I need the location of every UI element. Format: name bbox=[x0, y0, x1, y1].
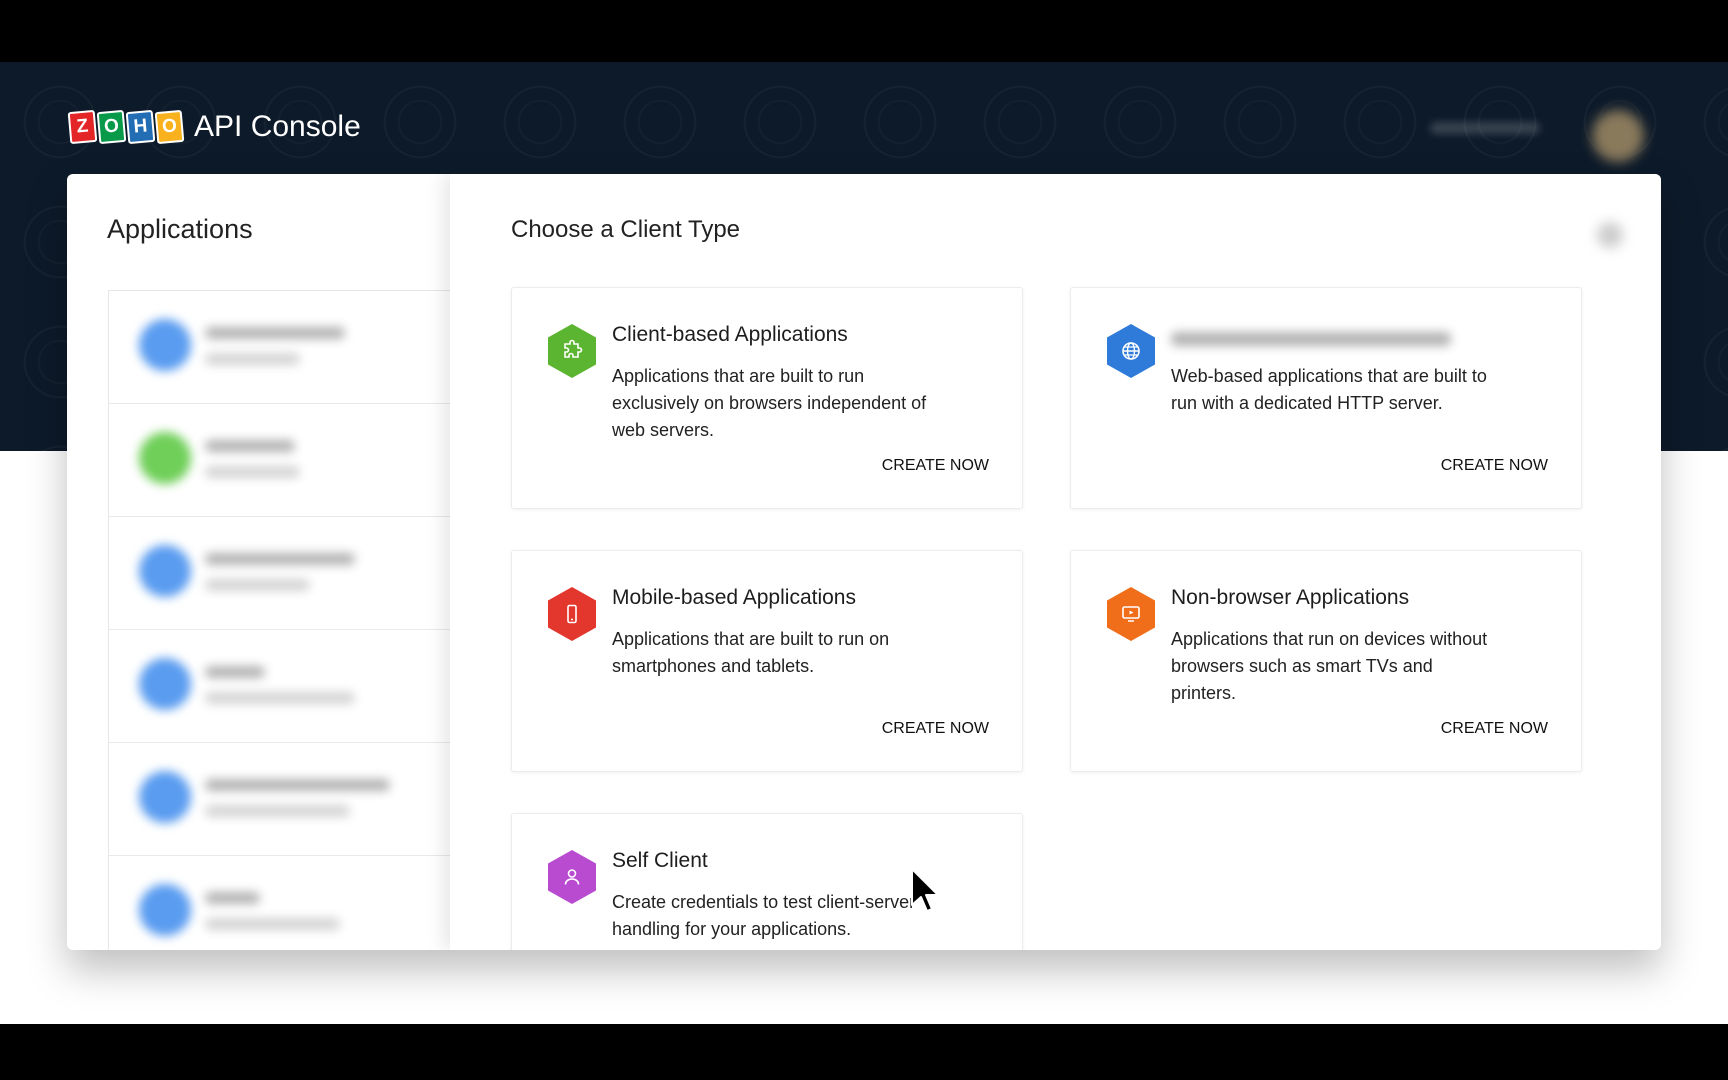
api-console-page: Z O H O API Console Applications Choose … bbox=[0, 62, 1728, 1024]
application-date bbox=[205, 805, 350, 817]
card-title: Mobile-based Applications bbox=[612, 586, 856, 609]
card-description: Web-based applications that are built to… bbox=[1171, 366, 1487, 413]
globe-icon bbox=[1107, 324, 1155, 378]
application-date bbox=[205, 918, 340, 930]
logo-letter: O bbox=[154, 109, 185, 145]
client-type-card-client-based[interactable]: Client-based Applications Applications t… bbox=[511, 287, 1023, 509]
main-panel: Applications Choose a Client Type Client… bbox=[67, 174, 1661, 950]
card-title-obscured bbox=[1171, 332, 1451, 346]
smartphone-icon bbox=[548, 587, 596, 641]
card-description: Applications that are built to run exclu… bbox=[612, 366, 927, 440]
card-title: Non-browser Applications bbox=[1171, 586, 1410, 609]
application-name bbox=[205, 892, 260, 904]
application-name bbox=[205, 440, 295, 452]
application-item[interactable] bbox=[109, 291, 451, 404]
create-now-button[interactable]: CREATE NOW bbox=[882, 720, 989, 738]
application-name bbox=[205, 779, 390, 791]
sidebar-title: Applications bbox=[107, 214, 253, 244]
client-type-card-mobile-based[interactable]: Mobile-based Applications Applications t… bbox=[511, 550, 1023, 772]
logo-letter: H bbox=[125, 109, 156, 145]
client-type-card-non-browser[interactable]: Non-browser Applications Applications th… bbox=[1070, 550, 1582, 772]
mouse-pointer-icon bbox=[911, 868, 939, 912]
application-date bbox=[205, 579, 310, 591]
application-item[interactable] bbox=[109, 856, 451, 950]
zoho-logo: Z O H O bbox=[67, 109, 185, 145]
card-description: Applications that are built to run on sm… bbox=[612, 629, 890, 676]
application-name bbox=[205, 553, 355, 565]
choose-client-type-dialog: Choose a Client Type Client-based Applic… bbox=[450, 174, 1661, 950]
letterbox-top bbox=[0, 0, 1728, 62]
logo-letter: O bbox=[96, 109, 127, 145]
card-description: Create credentials to test client-server… bbox=[612, 892, 916, 939]
user-icon bbox=[548, 850, 596, 904]
application-icon bbox=[139, 771, 191, 823]
tv-icon bbox=[1107, 587, 1155, 641]
card-title: Self Client bbox=[612, 849, 708, 872]
application-icon bbox=[139, 319, 191, 371]
avatar[interactable] bbox=[1592, 110, 1644, 162]
brand: Z O H O API Console bbox=[67, 109, 361, 145]
application-icon bbox=[139, 545, 191, 597]
create-now-button[interactable]: CREATE NOW bbox=[1441, 720, 1548, 738]
create-now-button[interactable]: CREATE NOW bbox=[1441, 457, 1548, 475]
application-date bbox=[205, 353, 300, 365]
application-name bbox=[205, 666, 265, 678]
logo-letter: Z bbox=[67, 109, 98, 145]
application-list bbox=[108, 290, 451, 950]
puzzle-icon bbox=[548, 324, 596, 378]
application-icon bbox=[139, 658, 191, 710]
application-date bbox=[205, 692, 355, 704]
application-icon bbox=[139, 884, 191, 936]
dialog-title: Choose a Client Type bbox=[511, 216, 741, 243]
client-type-card-self-client[interactable]: Self Client Create credentials to test c… bbox=[511, 813, 1023, 950]
application-item[interactable] bbox=[109, 517, 451, 630]
close-icon[interactable] bbox=[1597, 222, 1623, 248]
application-icon bbox=[139, 432, 191, 484]
application-name bbox=[205, 327, 345, 339]
letterbox-bottom bbox=[0, 1024, 1728, 1080]
create-now-button[interactable]: CREATE NOW bbox=[882, 457, 989, 475]
client-type-card-server-based[interactable]: Web-based applications that are built to… bbox=[1070, 287, 1582, 509]
app-title: API Console bbox=[194, 110, 361, 143]
card-description: Applications that run on devices without… bbox=[1171, 629, 1488, 703]
application-item[interactable] bbox=[109, 404, 451, 517]
user-name[interactable] bbox=[1430, 122, 1540, 134]
application-item[interactable] bbox=[109, 743, 451, 856]
applications-sidebar: Applications bbox=[67, 174, 451, 950]
card-title: Client-based Applications bbox=[612, 323, 848, 346]
application-item[interactable] bbox=[109, 630, 451, 743]
application-date bbox=[205, 466, 300, 478]
